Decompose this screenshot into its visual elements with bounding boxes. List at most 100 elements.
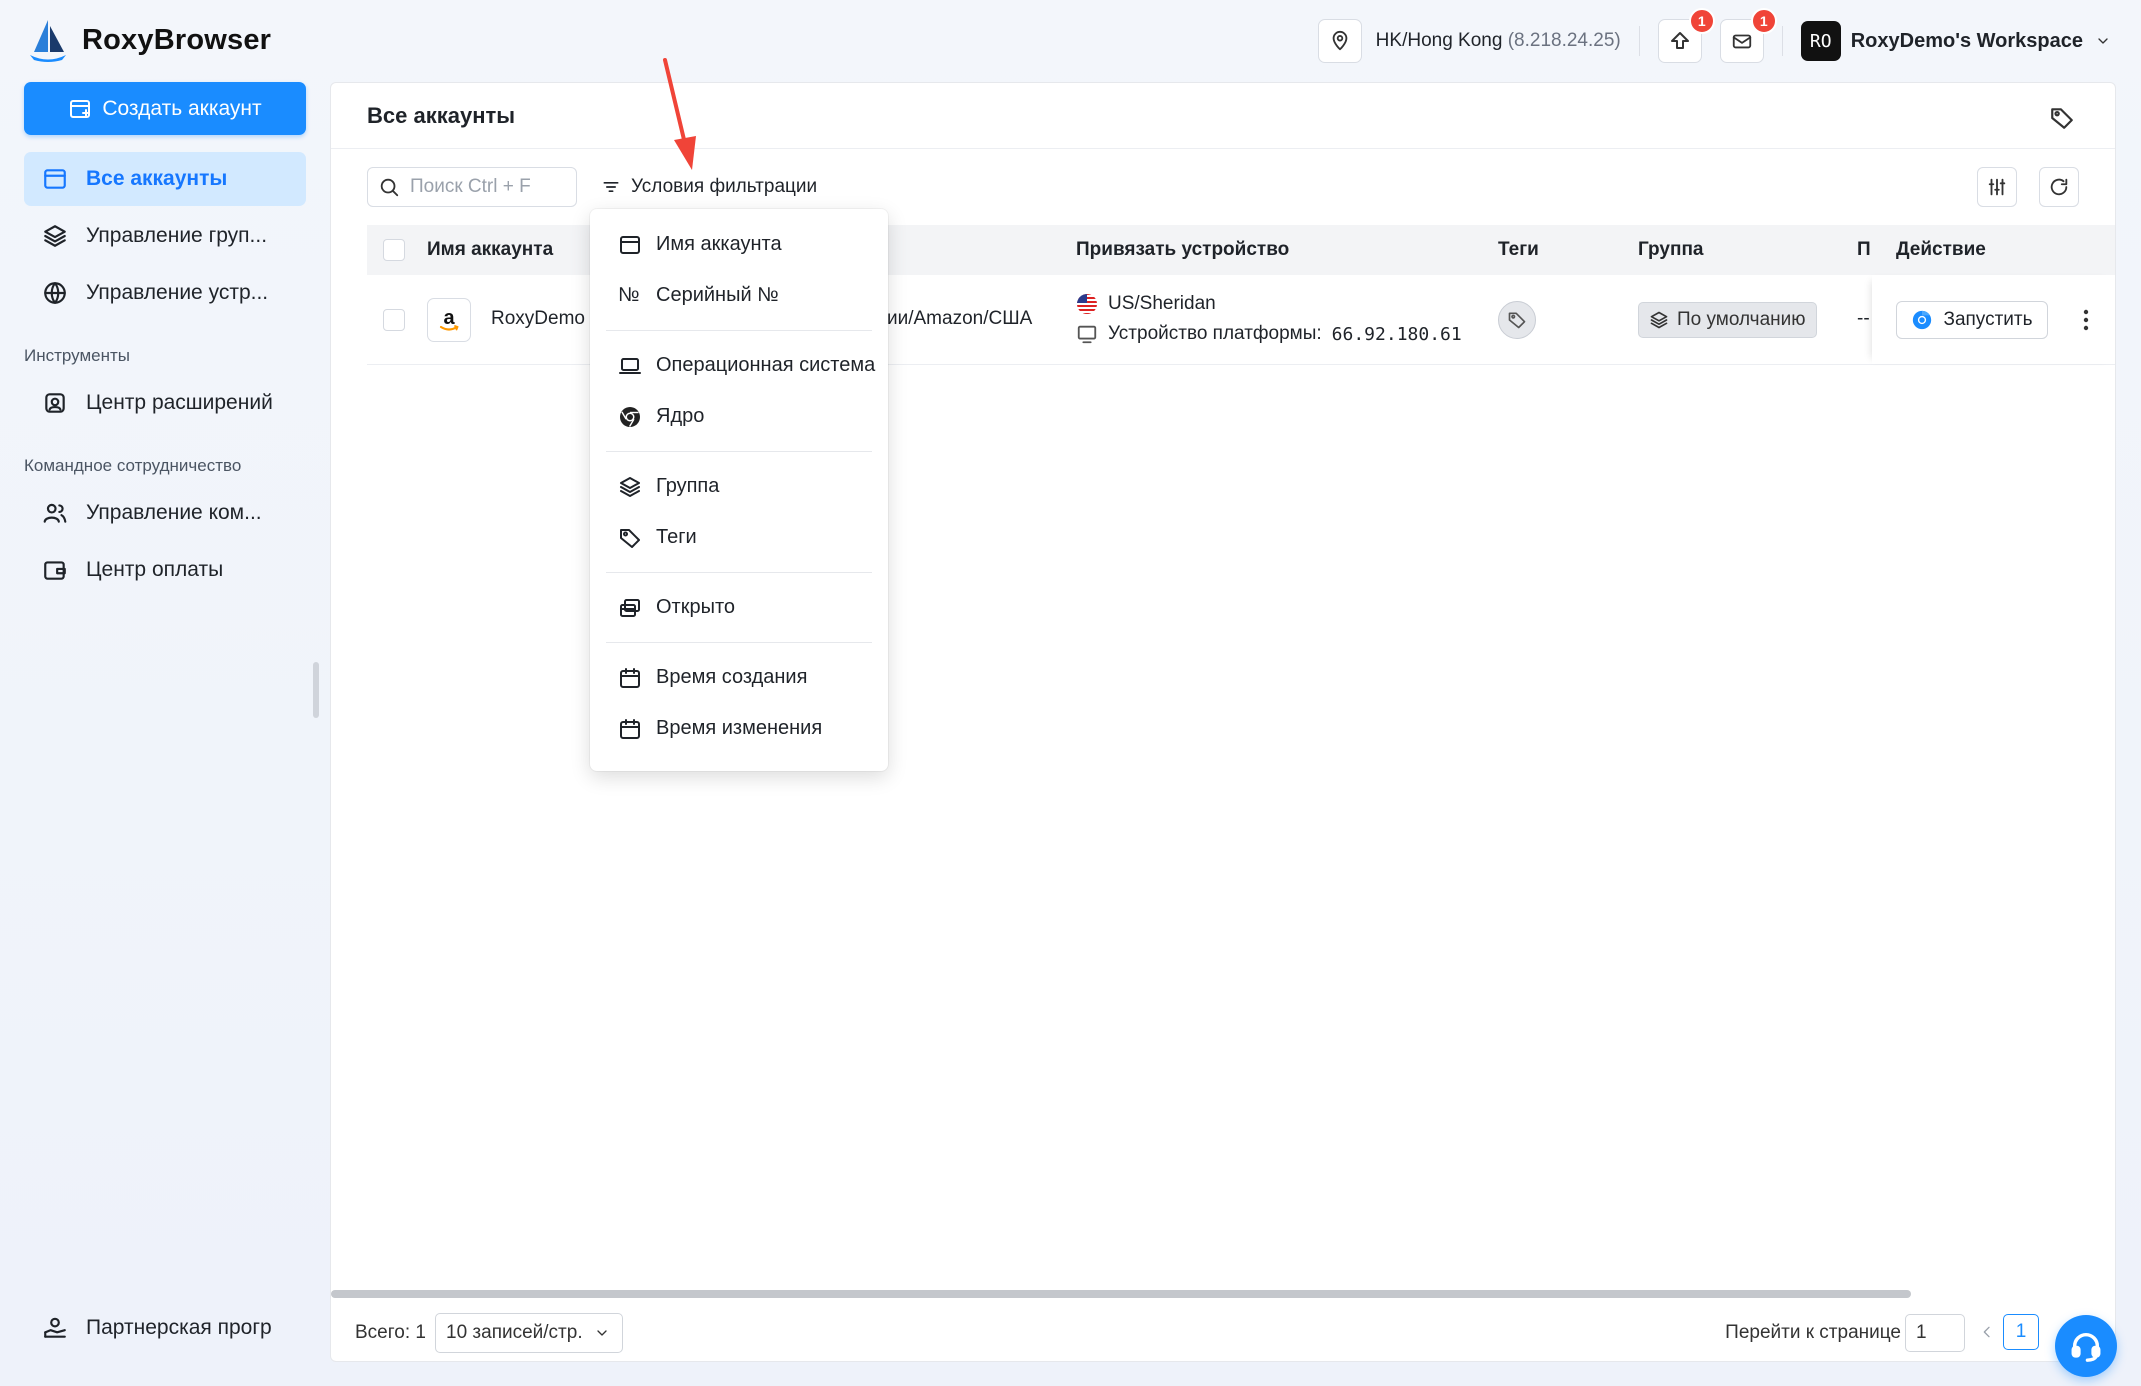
column-tags[interactable]: Теги [1498,239,1539,261]
headset-icon [2071,1333,2101,1362]
sidebar-item-label: Управление ком... [86,501,262,524]
filter-option-label: Имя аккаунта [656,233,782,255]
panel-header: Все аккаунты [331,83,2115,149]
filter-option-label: Операционная система [656,354,876,376]
page-size-select[interactable]: 10 записей/стр. [435,1313,623,1353]
ip-location[interactable]: HK/Hong Kong (8.218.24.25) [1317,19,1621,63]
upload-icon [1670,32,1689,49]
launch-button[interactable]: Запустить [1896,301,2048,339]
support-chat-button[interactable] [2055,1315,2117,1377]
pagination-footer: Всего: 1 10 записей/стр. Перейти к стран… [331,1303,2115,1361]
filter-conditions-button[interactable]: Условия фильтрации [601,176,817,198]
calendar-icon [620,718,640,739]
action-column: Запустить [1872,275,2115,364]
workspace-avatar: RO [1800,21,1841,61]
chrome-icon [1913,310,1932,330]
sidebar-item-devices[interactable]: Управление устр... [24,266,306,320]
tag-icon [620,528,640,548]
column-p[interactable]: П [1857,239,1871,261]
menu-divider [606,642,872,643]
sidebar-item-team[interactable]: Управление ком... [24,486,306,540]
mail-badge: 1 [1750,8,1777,34]
create-account-label: Создать аккаунт [102,96,262,120]
column-settings-button[interactable] [1977,167,2017,207]
menu-divider [606,572,872,573]
calendar-icon [620,667,640,688]
page-size-value: 10 записей/стр. [446,1322,583,1343]
upload-badge: 1 [1688,8,1715,34]
sidebar-item-groups[interactable]: Управление груп... [24,209,306,263]
sidebar-item-label: Центр расширений [86,391,273,414]
windows-stack-icon [620,598,640,617]
section-team-heading: Командное сотрудничество [24,456,242,475]
group-badge: По умолчанию [1638,302,1817,338]
divider [1781,26,1783,56]
app-logo: RoxyBrowser [28,18,271,62]
launch-label: Запустить [1943,309,2033,330]
filter-option-label: Группа [656,475,720,497]
sidebar-item-label: Управление устр... [86,281,269,304]
filter-label: Условия фильтрации [631,176,818,197]
section-tools-heading: Инструменты [24,346,131,365]
filter-option-serial[interactable]: № Серийный № [600,270,878,321]
column-account[interactable]: Имя аккаунта [427,239,553,261]
filter-option-opened[interactable]: Открыто [600,582,878,633]
device-label: Устройство платформы: [1108,323,1322,344]
page-number-current[interactable]: 1 [2003,1314,2039,1350]
number-icon: № [618,284,640,306]
annotation-arrow-icon [663,58,696,170]
filter-option-label: Открыто [656,596,736,618]
sidebar-resize-handle[interactable] [313,662,319,718]
extensions-icon [45,393,65,413]
chevron-down-icon [597,1330,607,1336]
sidebar-item-billing[interactable]: Центр оплаты [24,543,306,597]
filter-option-tags[interactable]: Теги [600,512,878,563]
horizontal-scrollbar[interactable] [331,1290,1911,1298]
filter-option-kernel[interactable]: Ядро [600,391,878,442]
upload-button[interactable]: 1 [1657,8,1715,63]
filter-option-created-time[interactable]: Время создания [600,652,878,703]
mail-button[interactable]: 1 [1719,8,1777,63]
account-platform: ии/Amazon/США [887,308,1033,329]
topbar-actions: HK/Hong Kong (8.218.24.25) 1 1 RO RoxyDe… [1317,8,2111,64]
column-device[interactable]: Привязать устройство [1076,239,1289,261]
filter-option-group[interactable]: Группа [600,461,878,512]
refresh-icon [2050,178,2068,196]
window-icon [44,169,66,189]
filter-option-account-name[interactable]: Имя аккаунта [600,219,878,270]
globe-icon [44,282,66,304]
chevron-left-icon[interactable] [1979,1323,1995,1341]
layers-icon [44,225,66,247]
workspace-switcher[interactable]: RO RoxyDemo's Workspace [1800,21,2111,61]
menu-divider [606,451,872,452]
sidebar-item-all-accounts[interactable]: Все аккаунты [24,152,306,206]
search-placeholder: Поиск Ctrl + F [410,176,531,197]
sidebar-item-label: Центр оплаты [86,558,224,581]
account-name[interactable]: RoxyDemo [491,308,585,330]
sidebar-item-label: Управление груп... [86,224,268,247]
sliders-icon [1988,178,2006,196]
filter-option-modified-time[interactable]: Время изменения [600,703,878,754]
users-icon [43,503,67,523]
goto-page-input[interactable]: 1 [1905,1314,1965,1352]
more-options-icon[interactable] [2076,306,2096,334]
row-checkbox[interactable] [383,309,405,331]
sidebar-item-extensions[interactable]: Центр расширений [24,376,306,430]
device-ip: 66.92.180.61 [1331,323,1462,345]
create-account-button[interactable]: Создать аккаунт [24,82,306,135]
refresh-button[interactable] [2039,167,2079,207]
add-tag-button[interactable] [1498,301,1536,339]
tag-icon[interactable] [2049,105,2075,131]
wallet-icon [44,561,66,580]
sidebar-item-label: Партнерская прогр [86,1316,272,1339]
p-value: -- [1857,308,1870,329]
sidebar-item-affiliate[interactable]: Партнерская прогр [42,1315,272,1341]
column-group[interactable]: Группа [1638,239,1704,261]
filter-option-label: Время создания [656,666,808,688]
column-action: Действие [1896,239,1986,260]
filter-option-os[interactable]: Операционная система [600,340,878,391]
select-all-checkbox[interactable] [383,239,405,261]
ip-address: (8.218.24.25) [1507,30,1621,51]
sailboat-logo-icon [30,20,66,62]
search-input[interactable]: Поиск Ctrl + F [367,167,577,207]
